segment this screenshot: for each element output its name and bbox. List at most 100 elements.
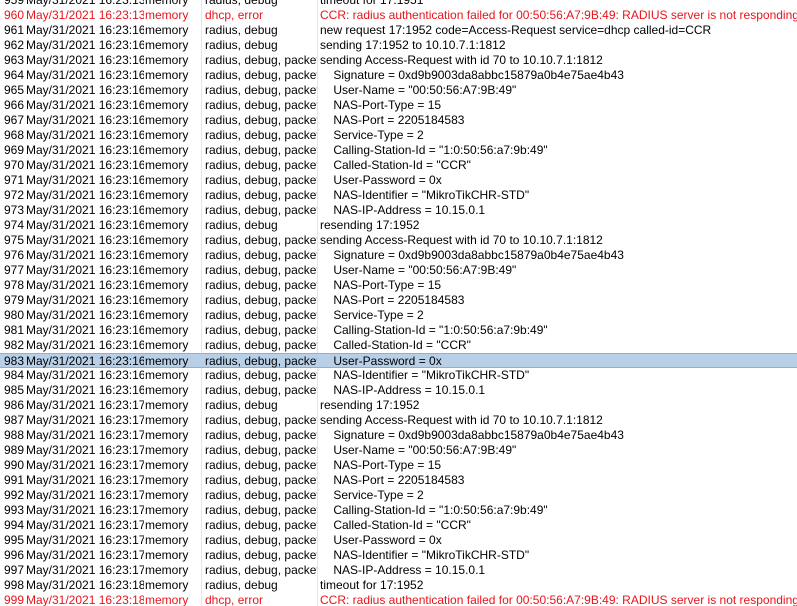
row-buffer: memory — [145, 263, 189, 277]
row-time: May/31/2021 16:23:13 — [26, 8, 144, 22]
row-number: 992 — [3, 488, 24, 502]
row-topics: radius, debug — [205, 0, 278, 7]
log-row[interactable]: 963 May/31/2021 16:23:16 memory radius, deb… — [0, 53, 797, 68]
row-number: 974 — [3, 218, 24, 232]
row-buffer: memory — [145, 383, 189, 397]
log-row[interactable]: 983 May/31/2021 16:23:16 memory radius, deb… — [0, 353, 797, 368]
row-time: May/31/2021 16:23:17 — [26, 458, 144, 472]
row-message: Signature = 0xd9b9003da8abbc15879a0b4e75… — [320, 68, 624, 82]
log-row[interactable]: 999 May/31/2021 16:23:18 memory dhcp, error… — [0, 593, 797, 606]
log-row[interactable]: 982 May/31/2021 16:23:16 memory radius, deb… — [0, 338, 797, 353]
row-time: May/31/2021 16:23:17 — [26, 533, 144, 547]
row-buffer: memory — [145, 338, 189, 352]
row-number: 964 — [3, 68, 24, 82]
row-time: May/31/2021 16:23:16 — [26, 263, 144, 277]
row-buffer: memory — [145, 533, 189, 547]
log-row[interactable]: 980 May/31/2021 16:23:16 memory radius, deb… — [0, 308, 797, 323]
log-row[interactable]: 972 May/31/2021 16:23:16 memory radius, deb… — [0, 188, 797, 203]
log-row[interactable]: 997 May/31/2021 16:23:17 memory radius, deb… — [0, 563, 797, 578]
row-number: 994 — [3, 518, 24, 532]
log-row[interactable]: 986 May/31/2021 16:23:17 memory radius, deb… — [0, 398, 797, 413]
row-time: May/31/2021 16:23:16 — [26, 293, 144, 307]
row-buffer: memory — [145, 323, 189, 337]
row-buffer: memory — [145, 233, 189, 247]
log-row[interactable]: 966 May/31/2021 16:23:16 memory radius, deb… — [0, 98, 797, 113]
log-row[interactable]: 979 May/31/2021 16:23:16 memory radius, deb… — [0, 293, 797, 308]
log-row[interactable]: 996 May/31/2021 16:23:17 memory radius, deb… — [0, 548, 797, 563]
row-time: May/31/2021 16:23:17 — [26, 548, 144, 562]
row-topics: radius, debug, packet — [205, 158, 317, 172]
log-row[interactable]: 981 May/31/2021 16:23:16 memory radius, deb… — [0, 323, 797, 338]
log-row[interactable]: 985 May/31/2021 16:23:16 memory radius, deb… — [0, 383, 797, 398]
log-row[interactable]: 977 May/31/2021 16:23:16 memory radius, deb… — [0, 263, 797, 278]
row-number: 996 — [3, 548, 24, 562]
row-message: User-Name = "00:50:56:A7:9B:49" — [320, 83, 517, 97]
row-number: 981 — [3, 323, 24, 337]
log-row[interactable]: 989 May/31/2021 16:23:17 memory radius, deb… — [0, 443, 797, 458]
row-topics: radius, debug — [205, 578, 278, 592]
row-topics: radius, debug, packet — [205, 473, 317, 487]
row-buffer: memory — [145, 593, 189, 606]
log-row[interactable]: 975 May/31/2021 16:23:16 memory radius, deb… — [0, 233, 797, 248]
row-buffer: memory — [145, 248, 189, 262]
row-topics: radius, debug, packet — [205, 263, 317, 277]
row-number: 979 — [3, 293, 24, 307]
log-row[interactable]: 998 May/31/2021 16:23:18 memory radius, deb… — [0, 578, 797, 593]
row-number: 970 — [3, 158, 24, 172]
row-number: 985 — [3, 383, 24, 397]
log-row[interactable]: 962 May/31/2021 16:23:16 memory radius, deb… — [0, 38, 797, 53]
log-row[interactable]: 959 May/31/2021 16:23:13 memory radius, deb… — [0, 0, 797, 8]
row-message: CCR: radius authentication failed for 00… — [320, 593, 797, 606]
row-buffer: memory — [145, 354, 189, 368]
row-message: User-Password = 0x — [320, 173, 442, 187]
log-row[interactable]: 973 May/31/2021 16:23:16 memory radius, deb… — [0, 203, 797, 218]
row-topics: radius, debug — [205, 38, 278, 52]
row-topics: radius, debug, packet — [205, 98, 317, 112]
log-row[interactable]: 978 May/31/2021 16:23:16 memory radius, deb… — [0, 278, 797, 293]
log-row[interactable]: 967 May/31/2021 16:23:16 memory radius, deb… — [0, 113, 797, 128]
log-row[interactable]: 992 May/31/2021 16:23:17 memory radius, deb… — [0, 488, 797, 503]
row-buffer: memory — [145, 83, 189, 97]
row-topics: radius, debug, packet — [205, 143, 317, 157]
log-row[interactable]: 993 May/31/2021 16:23:17 memory radius, deb… — [0, 503, 797, 518]
row-message: User-Name = "00:50:56:A7:9B:49" — [320, 263, 517, 277]
row-time: May/31/2021 16:23:16 — [26, 383, 144, 397]
log-row[interactable]: 976 May/31/2021 16:23:16 memory radius, deb… — [0, 248, 797, 263]
row-time: May/31/2021 16:23:16 — [26, 143, 144, 157]
log-row[interactable]: 994 May/31/2021 16:23:17 memory radius, deb… — [0, 518, 797, 533]
log-row[interactable]: 961 May/31/2021 16:23:16 memory radius, deb… — [0, 23, 797, 38]
log-row[interactable]: 987 May/31/2021 16:23:17 memory radius, deb… — [0, 413, 797, 428]
log-row[interactable]: 988 May/31/2021 16:23:17 memory radius, deb… — [0, 428, 797, 443]
row-message: Signature = 0xd9b9003da8abbc15879a0b4e75… — [320, 248, 624, 262]
row-number: 989 — [3, 443, 24, 457]
log-row[interactable]: 970 May/31/2021 16:23:16 memory radius, deb… — [0, 158, 797, 173]
log-row[interactable]: 991 May/31/2021 16:23:17 memory radius, deb… — [0, 473, 797, 488]
row-time: May/31/2021 16:23:18 — [26, 578, 144, 592]
log-row[interactable]: 984 May/31/2021 16:23:16 memory radius, deb… — [0, 368, 797, 383]
row-message: resending 17:1952 — [320, 398, 420, 412]
log-row[interactable]: 964 May/31/2021 16:23:16 memory radius, deb… — [0, 68, 797, 83]
log-row[interactable]: 995 May/31/2021 16:23:17 memory radius, deb… — [0, 533, 797, 548]
log-row[interactable]: 974 May/31/2021 16:23:16 memory radius, deb… — [0, 218, 797, 233]
row-number: 975 — [3, 233, 24, 247]
row-time: May/31/2021 16:23:16 — [26, 308, 144, 322]
row-message: resending 17:1952 — [320, 218, 420, 232]
row-number: 965 — [3, 83, 24, 97]
row-topics: radius, debug, packet — [205, 113, 317, 127]
log-row[interactable]: 960 May/31/2021 16:23:13 memory dhcp, error… — [0, 8, 797, 23]
log-row[interactable]: 968 May/31/2021 16:23:16 memory radius, deb… — [0, 128, 797, 143]
log-row[interactable]: 990 May/31/2021 16:23:17 memory radius, deb… — [0, 458, 797, 473]
row-message: sending Access-Request with id 70 to 10.… — [320, 233, 603, 247]
log-row[interactable]: 965 May/31/2021 16:23:16 memory radius, deb… — [0, 83, 797, 98]
log-row[interactable]: 969 May/31/2021 16:23:16 memory radius, deb… — [0, 143, 797, 158]
row-message: Calling-Station-Id = "1:0:50:56:a7:9b:49… — [320, 503, 548, 517]
row-buffer: memory — [145, 68, 189, 82]
row-message: NAS-Port-Type = 15 — [320, 98, 442, 112]
row-time: May/31/2021 16:23:16 — [26, 248, 144, 262]
row-message: Service-Type = 2 — [320, 308, 424, 322]
row-time: May/31/2021 16:23:17 — [26, 398, 144, 412]
row-message: User-Name = "00:50:56:A7:9B:49" — [320, 443, 517, 457]
row-buffer: memory — [145, 518, 189, 532]
row-topics: radius, debug, packet — [205, 548, 317, 562]
log-row[interactable]: 971 May/31/2021 16:23:16 memory radius, deb… — [0, 173, 797, 188]
